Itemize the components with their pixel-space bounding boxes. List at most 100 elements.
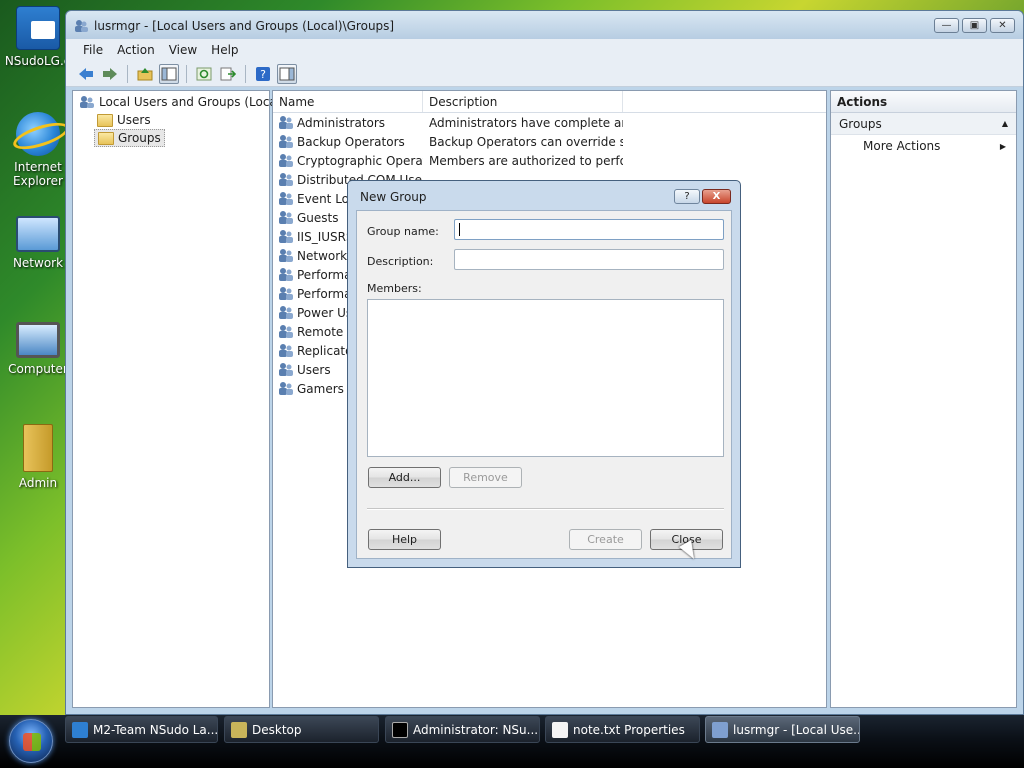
actions-section-groups[interactable]: Groups ▲ [831,113,1016,135]
menu-file[interactable]: File [76,43,110,57]
back-arrow-icon [79,67,93,80]
dialog-divider [367,508,724,510]
more-actions-item[interactable]: More Actions ▶ [831,135,1016,157]
window-title: lusrmgr - [Local Users and Groups (Local… [94,19,395,33]
nsudo-app-icon [16,6,60,50]
text-file-icon [552,721,568,738]
command-prompt-icon [392,721,408,738]
tree-node-users[interactable]: Users [94,111,154,129]
taskbar-item-lusrmgr[interactable]: lusrmgr - [Local Use... [705,716,860,743]
computer-icon [16,322,60,358]
group-name: Cryptographic Operat... [297,153,423,168]
help-icon: ? [256,66,270,81]
column-header-description[interactable]: Description [423,91,623,112]
tree-node-root[interactable]: Local Users and Groups (Local) [76,93,288,111]
svg-text:?: ? [260,68,266,81]
close-icon: X [712,191,721,202]
menu-bar: File Action View Help [66,39,1023,61]
group-name-field[interactable] [454,219,724,240]
up-level-button[interactable] [135,64,155,84]
menu-action[interactable]: Action [110,43,162,57]
start-button[interactable] [9,719,53,763]
users-groups-app-icon [712,721,728,738]
taskbar-item-label: Desktop [252,722,302,737]
description-label: Description: [367,255,434,268]
minimize-icon: — [941,20,952,31]
internet-explorer-icon [16,112,60,156]
nsudo-app-icon [72,721,88,738]
actions-header: Actions [831,91,1016,113]
table-row[interactable]: Cryptographic Operat... Members are autho… [273,151,826,170]
column-header-name[interactable]: Name [273,91,423,112]
question-icon: ? [684,191,690,202]
window-titlebar[interactable]: lusrmgr - [Local Users and Groups (Local… [66,11,1023,39]
taskbar-item-nsudo[interactable]: M2-Team NSudo La... [65,716,218,743]
back-button[interactable] [76,64,96,84]
desktop-icon-label: Internet Explorer [13,160,63,188]
toolbar-separator [186,64,187,83]
description-field[interactable] [454,249,724,270]
members-list[interactable] [367,299,724,457]
console-tree: Local Users and Groups (Local) Users Gro… [72,90,285,708]
group-name-cell: Cryptographic Operat... [273,153,423,168]
create-button[interactable]: Create [569,529,642,550]
users-groups-icon [80,96,94,108]
help-button[interactable]: Help [368,529,441,550]
tree-node-label: Local Users and Groups (Local) [99,95,285,109]
dialog-titlebar[interactable]: New Group ? X [348,181,740,209]
group-description: Members are authorized to perfor... [429,153,623,168]
show-hide-action-pane-button[interactable] [277,63,297,84]
minimize-button[interactable]: — [934,18,959,33]
group-icon [279,135,293,148]
remove-member-button[interactable]: Remove [449,467,522,488]
taskbar-item-desktop[interactable]: Desktop [224,716,379,743]
dialog-close-button[interactable]: X [702,189,731,204]
folder-icon [97,113,113,127]
desktop-icon-label: NSudoLG.e [4,54,72,68]
menu-help[interactable]: Help [204,43,245,57]
group-icon [279,154,293,167]
group-icon [279,173,293,186]
dialog-help-button[interactable]: ? [674,189,700,204]
toolbar: ? [66,61,1023,87]
group-name-label: Group name: [367,225,439,238]
table-row[interactable]: Administrators Administrators have comple… [273,113,826,132]
desktop-icon-label: Network [12,256,64,270]
user-folder-icon [23,424,53,472]
toolbar-separator [245,64,246,83]
menu-view[interactable]: View [162,43,204,57]
new-group-dialog: New Group ? X Group name: Description: M… [347,180,741,568]
add-member-button[interactable]: Add... [368,467,441,488]
close-button[interactable]: ✕ [990,18,1015,33]
group-icon [279,382,293,395]
taskbar-item-note-properties[interactable]: note.txt Properties [545,716,700,743]
group-icon [279,230,293,243]
taskbar-item-label: lusrmgr - [Local Use... [733,722,860,737]
tree-node-groups[interactable]: Groups [94,129,165,147]
show-hide-tree-button[interactable] [159,63,179,84]
folder-icon [98,131,114,145]
collapse-up-icon: ▲ [1001,119,1008,128]
help-toolbar-button[interactable]: ? [253,64,273,84]
taskbar-item-cmd[interactable]: Administrator: NSu... [385,716,540,743]
group-name-cell: Backup Operators [273,134,423,149]
console-tree-icon [161,67,177,80]
up-folder-icon [137,67,153,80]
toolbar-separator [127,64,128,83]
tree-node-label: Users [117,113,151,127]
export-list-button[interactable] [218,64,238,84]
maximize-button[interactable]: ▣ [962,18,987,33]
table-row[interactable]: Backup Operators Backup Operators can ove… [273,132,826,151]
restore-icon: ▣ [969,20,980,31]
group-icon [279,325,293,338]
export-list-icon [220,67,236,80]
forward-button[interactable] [100,64,120,84]
list-header: Name Description [273,91,826,113]
actions-section-label: Groups [839,116,882,131]
group-name: Gamers [297,381,344,396]
group-icon [279,287,293,300]
refresh-button[interactable] [194,64,214,84]
chevron-right-icon: ▶ [999,141,1006,151]
dialog-body: Group name: Description: Members: Add...… [356,210,732,559]
group-icon [279,211,293,224]
